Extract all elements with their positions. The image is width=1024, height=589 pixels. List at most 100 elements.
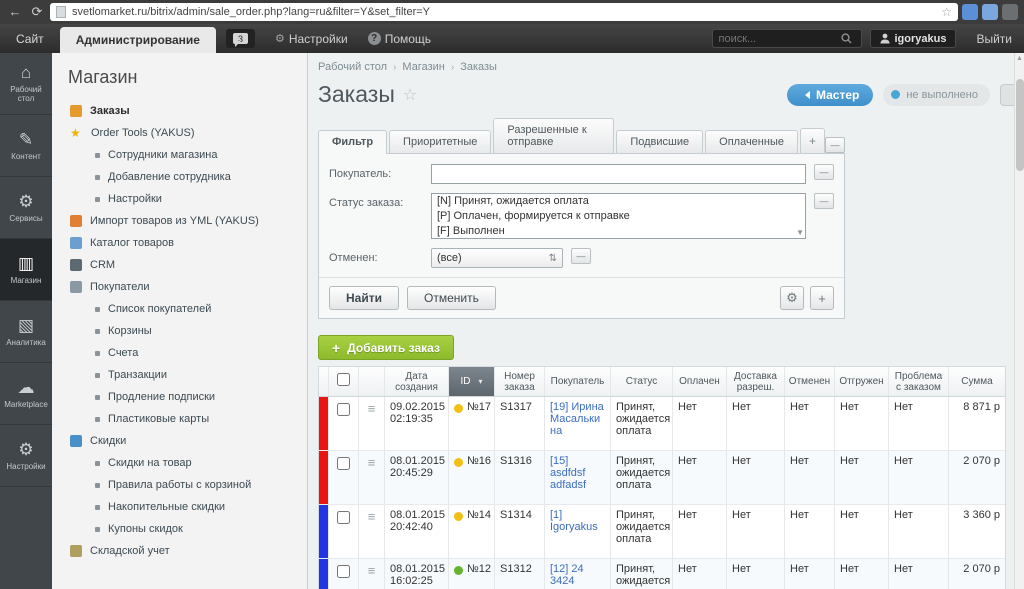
order-status-listbox[interactable]: ▼ [N] Принят, ожидается оплата[P] Оплаче… — [431, 193, 806, 239]
filter-tab[interactable]: Разрешенные к отправке — [493, 118, 614, 153]
row-checkbox[interactable] — [337, 457, 350, 470]
menu-item[interactable]: Сотрудники магазина — [52, 144, 307, 166]
filter-tab[interactable]: Оплаченные — [705, 130, 798, 153]
row-checkbox[interactable] — [337, 565, 350, 578]
cancel-button[interactable]: Отменить — [407, 286, 496, 310]
menu-item[interactable]: Накопительные скидки — [52, 496, 307, 518]
menu-item[interactable]: Импорт товаров из YML (YAKUS) — [52, 210, 307, 232]
cancelled-select[interactable]: (все) ⇅ — [431, 248, 563, 268]
help-menu[interactable]: ? Помощь — [358, 24, 441, 53]
address-bar[interactable]: svetlomarket.ru/bitrix/admin/sale_order.… — [50, 3, 958, 21]
menu-item[interactable]: CRM — [52, 254, 307, 276]
filter-add-field-button[interactable]: + — [810, 286, 834, 310]
rail-item[interactable]: ⌂ Рабочий стол — [0, 53, 52, 115]
menu-item[interactable]: Скидки — [52, 430, 307, 452]
menu-item[interactable]: Транзакции — [52, 364, 307, 386]
rail-item[interactable]: ⚙ Настройки — [0, 425, 52, 487]
favorite-star-icon[interactable]: ☆ — [403, 85, 417, 105]
column-header[interactable]: Оплачен — [673, 367, 727, 396]
buyer-link[interactable]: [19] Ирина Масалькина — [550, 401, 604, 437]
column-header[interactable]: Покупатель — [545, 367, 611, 396]
rail-item[interactable]: ▧ Аналитика — [0, 301, 52, 363]
listbox-scroll-down-icon[interactable]: ▼ — [796, 228, 804, 237]
filter-tab[interactable]: Фильтр — [318, 130, 387, 154]
settings-menu[interactable]: ⚙ Настройки — [265, 24, 358, 53]
status-option[interactable]: [P] Оплачен, формируется к отправке — [432, 209, 805, 224]
rail-item[interactable]: ▥ Магазин — [0, 239, 52, 301]
buyer-link[interactable]: [1] Igoryakus — [550, 509, 598, 533]
row-checkbox[interactable] — [337, 403, 350, 416]
logout-link[interactable]: Выйти — [964, 24, 1024, 53]
back-button[interactable]: ← — [6, 3, 24, 21]
rail-item[interactable]: ⚙ Сервисы — [0, 177, 52, 239]
buyer-link[interactable]: [12] 24 3424 — [550, 563, 584, 587]
menu-item[interactable]: Складской учет — [52, 540, 307, 562]
row-menu-icon[interactable]: ≡ — [368, 401, 376, 416]
sort-arrow-icon[interactable]: ▾ — [478, 376, 482, 387]
column-header[interactable]: Доставка разреш. — [727, 367, 785, 396]
filter-settings-gear-button[interactable]: ⚙ — [780, 286, 804, 310]
rail-item[interactable]: ☁ Marketplace — [0, 363, 52, 425]
menu-item[interactable]: Каталог товаров — [52, 232, 307, 254]
column-header[interactable]: Сумма — [949, 367, 1005, 396]
menu-item[interactable]: Купоны скидок — [52, 518, 307, 540]
scroll-up-icon[interactable]: ▲ — [1016, 53, 1023, 65]
scrollbar[interactable]: ▲ — [1014, 53, 1024, 589]
column-header[interactable]: Отгружен — [835, 367, 889, 396]
column-header[interactable]: ID ▾ — [449, 367, 495, 396]
filter-tab[interactable]: Подвисшие — [616, 130, 703, 153]
status-option[interactable]: [N] Принят, ожидается оплата — [432, 194, 805, 209]
menu-item[interactable]: Покупатели — [52, 276, 307, 298]
column-header[interactable]: Дата создания — [385, 367, 449, 396]
select-all-checkbox[interactable] — [337, 373, 350, 386]
scrollbar-thumb[interactable] — [1016, 79, 1024, 171]
master-button[interactable]: Мастер — [787, 84, 873, 106]
buyer-link[interactable]: [15] asdfdsf adfadsf — [550, 455, 586, 491]
row-menu-icon[interactable]: ≡ — [368, 455, 376, 470]
menu-item[interactable]: ★ Order Tools (YAKUS) — [52, 122, 307, 144]
status-option[interactable]: [F] Выполнен — [432, 224, 805, 239]
menu-item[interactable]: Добавление сотрудника — [52, 166, 307, 188]
refresh-button[interactable]: ⟳ — [28, 3, 46, 21]
column-header[interactable]: Отменен — [785, 367, 835, 396]
menu-item[interactable]: Правила работы с корзиной — [52, 474, 307, 496]
menu-item[interactable]: Пластиковые карты — [52, 408, 307, 430]
admin-tab[interactable]: Администрирование — [60, 27, 216, 53]
row-menu-icon[interactable]: ≡ — [368, 509, 376, 524]
extension-icon[interactable] — [1002, 4, 1018, 20]
filter-tab[interactable]: Приоритетные — [389, 130, 491, 153]
buyer-filter-input[interactable] — [431, 164, 806, 184]
row-menu-icon[interactable]: ≡ — [368, 563, 376, 578]
panel-collapse-button[interactable] — [1000, 84, 1014, 106]
menu-item[interactable]: Настройки — [52, 188, 307, 210]
menu-item[interactable]: Продление подписки — [52, 386, 307, 408]
menu-item[interactable]: Счета — [52, 342, 307, 364]
remove-buyer-filter-button[interactable]: — — [814, 164, 834, 180]
menu-item[interactable]: Список покупателей — [52, 298, 307, 320]
search-input[interactable] — [719, 33, 837, 45]
remove-status-filter-button[interactable]: — — [814, 193, 834, 209]
collapse-filter-button[interactable]: — — [825, 137, 845, 153]
bookmark-star-icon[interactable]: ☆ — [941, 5, 952, 19]
site-tab[interactable]: Сайт — [0, 24, 60, 53]
notifications-button[interactable]: 3 — [226, 29, 255, 48]
find-button[interactable]: Найти — [329, 286, 399, 310]
column-header[interactable]: Проблема с заказом — [889, 367, 949, 396]
menu-item[interactable]: Корзины — [52, 320, 307, 342]
menu-item[interactable]: Скидки на товар — [52, 452, 307, 474]
add-filter-tab-button[interactable]: + — [800, 128, 825, 153]
column-header[interactable]: Статус — [611, 367, 673, 396]
user-menu[interactable]: igoryakus — [870, 29, 957, 48]
breadcrumb-item[interactable]: › Магазин — [393, 61, 445, 73]
extension-icon[interactable] — [982, 4, 998, 20]
breadcrumb-item[interactable]: › Заказы — [451, 61, 497, 73]
add-order-button[interactable]: + Добавить заказ — [318, 335, 454, 360]
menu-item[interactable]: Заказы — [52, 100, 307, 122]
row-checkbox[interactable] — [337, 511, 350, 524]
search-icon[interactable] — [841, 33, 852, 44]
breadcrumb-item[interactable]: Рабочий стол — [318, 61, 387, 73]
rail-item[interactable]: ✎ Контент — [0, 115, 52, 177]
extension-icon[interactable] — [962, 4, 978, 20]
column-header[interactable]: Номер заказа — [495, 367, 545, 396]
remove-cancelled-filter-button[interactable]: — — [571, 248, 591, 264]
